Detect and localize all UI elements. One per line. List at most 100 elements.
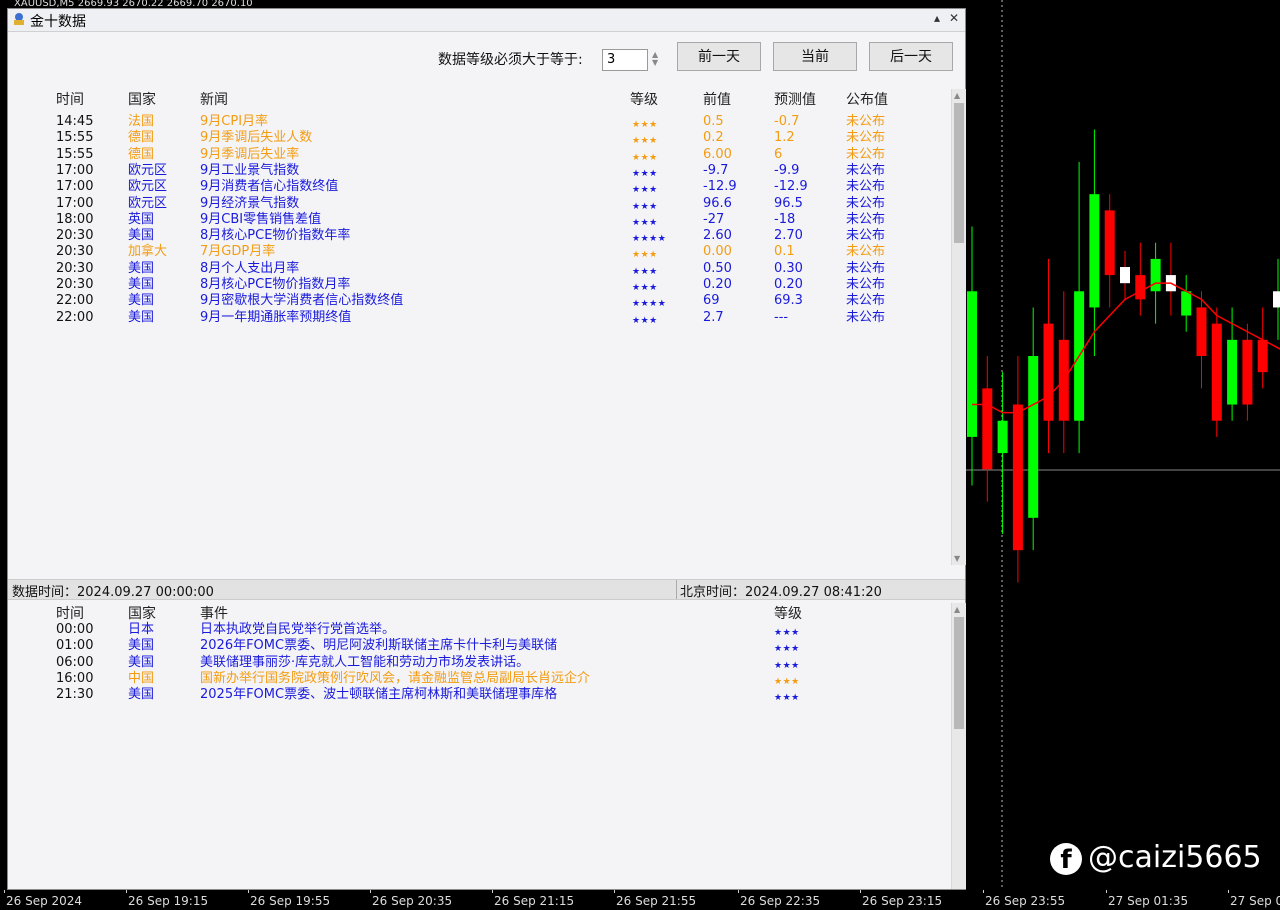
news-time: 22:00 <box>56 309 94 325</box>
event-time: 16:00 <box>56 670 94 686</box>
news-scrollbar[interactable]: ▲ ▼ <box>951 89 966 565</box>
news-news: 8月核心PCE物价指数月率 <box>200 277 351 292</box>
header-event: 事件 <box>200 606 228 622</box>
jin10-data-window: 金十数据 ▴ ✕ 数据等级必须大于等于: 3 ▲ ▼ 前一天 当前 后一天 时间 … <box>7 8 966 890</box>
news-row[interactable]: 22:00 美国 9月密歇根大学消费者信心指数终值 ★★★★ 69 69.3 未公布 <box>8 293 908 309</box>
event-country: 中国 <box>128 670 155 686</box>
news-time: 17:00 <box>56 195 94 211</box>
level-filter-spinner[interactable]: ▲ ▼ <box>652 51 658 67</box>
news-country: 美国 <box>128 309 155 325</box>
window-titlebar[interactable]: 金十数据 ▴ ✕ <box>8 9 965 32</box>
news-row[interactable]: 17:00 欧元区 9月经济景气指数 ★★★ 96.6 96.5 未公布 <box>8 196 908 212</box>
event-row[interactable]: 06:00 美国 美联储理事丽莎·库克就人工智能和劳动力市场发表讲话。 ★★★ <box>8 655 908 671</box>
header-forecast: 预测值 <box>774 92 816 108</box>
time-axis-label: 26 Sep 21:15 <box>494 894 575 908</box>
status-bar: 数据时间：2024.09.27 00:00:00 北京时间：2024.09.27… <box>8 579 965 600</box>
chart-header: XAUUSD,M5 2669.93 2670.22 2669.70 2670.1… <box>0 0 984 8</box>
time-axis-label: 26 Sep 23:55 <box>985 894 1066 908</box>
news-actual: 未公布 <box>846 146 886 162</box>
header-country: 国家 <box>128 92 156 108</box>
app-icon <box>14 13 24 25</box>
header-news: 新闻 <box>200 92 228 108</box>
news-row[interactable]: 17:00 欧元区 9月消费者信心指数终值 ★★★ -12.9 -12.9 未公布 <box>8 179 908 195</box>
news-actual: 未公布 <box>846 244 886 260</box>
news-row[interactable]: 22:00 美国 9月一年期通胀率预期终值 ★★★ 2.7 --- 未公布 <box>8 310 908 326</box>
event-row[interactable]: 00:00 日本 日本执政党自民党举行党首选举。 ★★★ <box>8 622 908 638</box>
candle-bearish <box>1211 323 1222 421</box>
news-news: 9月CPI月率 <box>200 114 269 129</box>
scrollbar-thumb[interactable] <box>954 103 964 243</box>
event-row[interactable]: 01:00 美国 2026年FOMC票委、明尼阿波利斯联储主席卡什卡利与美联储 ★★★ <box>8 638 908 654</box>
level-filter-input[interactable]: 3 <box>602 49 648 71</box>
news-actual: 未公布 <box>846 228 886 244</box>
news-country: 欧元区 <box>128 162 168 178</box>
candle-bearish <box>1135 275 1146 300</box>
news-country: 德国 <box>128 146 155 162</box>
news-forecast: -18 <box>774 211 796 227</box>
news-row[interactable]: 14:45 法国 9月CPI月率 ★★★ 0.5 -0.7 未公布 <box>8 114 908 130</box>
header-level: 等级 <box>774 606 802 622</box>
news-country: 欧元区 <box>128 179 168 195</box>
time-axis-label: 26 Sep 2024 <box>6 894 83 908</box>
time-axis-tick <box>248 890 249 893</box>
close-button[interactable]: ✕ <box>949 11 959 25</box>
news-row[interactable]: 20:30 美国 8月个人支出月率 ★★★ 0.50 0.30 未公布 <box>8 261 908 277</box>
events-scrollbar[interactable]: ▲ <box>951 603 966 889</box>
news-row[interactable]: 18:00 英国 9月CBI零售销售差值 ★★★ -27 -18 未公布 <box>8 212 908 228</box>
time-axis-tick <box>983 890 984 893</box>
time-axis-tick <box>370 890 371 893</box>
scroll-down-icon[interactable]: ▼ <box>954 554 960 563</box>
time-axis-label: 26 Sep 20:35 <box>372 894 453 908</box>
news-previous: 0.20 <box>703 277 732 292</box>
news-forecast: 0.30 <box>774 260 803 276</box>
news-row[interactable]: 17:00 欧元区 9月工业景气指数 ★★★ -9.7 -9.9 未公布 <box>8 163 908 179</box>
candle-bearish <box>1196 307 1207 356</box>
scroll-up-icon[interactable]: ▲ <box>954 605 960 614</box>
time-axis: 26 Sep 2024 26 Sep 19:15 26 Sep 19:55 26 Se… <box>0 890 1280 910</box>
news-country: 美国 <box>128 277 155 292</box>
prev-day-button[interactable]: 前一天 <box>677 42 761 71</box>
news-row[interactable]: 20:30 美国 8月核心PCE物价指数月率 ★★★ 0.20 0.20 未公布 <box>8 277 908 293</box>
time-axis-tick <box>126 890 127 893</box>
next-day-button[interactable]: 后一天 <box>869 42 953 71</box>
candle-bullish <box>1227 339 1238 405</box>
event-country: 美国 <box>128 687 155 703</box>
news-row[interactable]: 15:55 德国 9月季调后失业人数 ★★★ 0.2 1.2 未公布 <box>8 130 908 146</box>
news-forecast: 1.2 <box>774 130 795 146</box>
candlestick-chart[interactable] <box>966 0 1280 890</box>
minimize-button[interactable]: ▴ <box>934 11 940 25</box>
event-row[interactable]: 16:00 中国 国新办举行国务院政策例行吹风会，请金融监管总局副局长肖远企介 ★★★ <box>8 671 908 687</box>
event-country: 日本 <box>128 622 155 637</box>
news-news: 9月季调后失业率 <box>200 146 300 162</box>
scroll-up-icon[interactable]: ▲ <box>954 91 960 100</box>
candle-bearish <box>1043 323 1054 421</box>
events-table: 时间 国家 事件 等级 00:00 日本 日本执政党自民党举行党首选举。 ★★★ 01:… <box>8 603 948 883</box>
time-axis-label: 26 Sep 22:35 <box>740 894 821 908</box>
news-forecast: -12.9 <box>774 179 808 195</box>
news-forecast: -0.7 <box>774 114 800 129</box>
news-row[interactable]: 20:30 美国 8月核心PCE物价指数年率 ★★★★ 2.60 2.70 未公布 <box>8 228 908 244</box>
news-news: 9月季调后失业人数 <box>200 130 313 146</box>
time-axis-tick <box>4 890 5 893</box>
news-row[interactable]: 15:55 德国 9月季调后失业率 ★★★ 6.00 6 未公布 <box>8 147 908 163</box>
event-stars: ★★★ <box>774 693 800 704</box>
news-row[interactable]: 20:30 加拿大 7月GDP月率 ★★★ 0.00 0.1 未公布 <box>8 244 908 260</box>
event-time: 00:00 <box>56 622 94 637</box>
candle-bearish <box>1242 339 1253 405</box>
candle-bearish <box>1104 210 1115 276</box>
news-time: 20:30 <box>56 244 94 260</box>
event-row[interactable]: 21:30 美国 2025年FOMC票委、波士顿联储主席柯林斯和美联储理事库格 ★★★ <box>8 687 908 703</box>
current-button[interactable]: 当前 <box>773 42 857 71</box>
scrollbar-thumb[interactable] <box>954 617 964 729</box>
news-forecast: 0.20 <box>774 277 803 292</box>
news-actual: 未公布 <box>846 293 886 309</box>
data-time: 数据时间：2024.09.27 00:00:00 <box>12 585 214 600</box>
news-country: 法国 <box>128 114 155 129</box>
news-previous: 2.60 <box>703 228 732 244</box>
candle-bearish <box>1257 339 1268 373</box>
news-time: 17:00 <box>56 179 94 195</box>
news-actual: 未公布 <box>846 195 886 211</box>
news-time: 15:55 <box>56 130 94 146</box>
news-news: 7月GDP月率 <box>200 244 276 260</box>
news-forecast: -9.9 <box>774 162 800 178</box>
